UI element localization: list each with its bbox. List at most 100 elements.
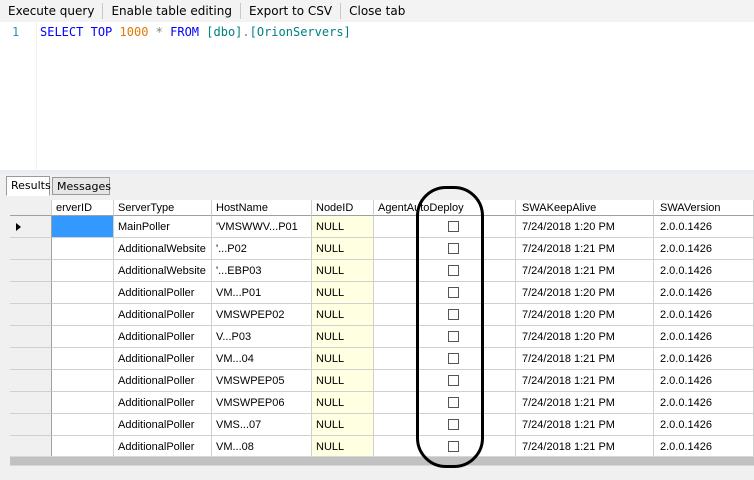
row-header[interactable] <box>10 414 52 436</box>
execute-query-button[interactable]: Execute query <box>0 2 102 20</box>
agentautodeploy-checkbox[interactable] <box>448 243 459 254</box>
serverid-cell[interactable] <box>52 436 114 456</box>
agentautodeploy-checkbox[interactable] <box>448 265 459 276</box>
serverid-cell[interactable] <box>52 414 114 436</box>
swakeepalive-cell[interactable]: 7/24/2018 1:21 PM <box>516 392 654 414</box>
row-header[interactable] <box>10 370 52 392</box>
row-header[interactable] <box>10 326 52 348</box>
row-header[interactable] <box>10 238 52 260</box>
row-header[interactable] <box>10 304 52 326</box>
serverid-cell[interactable] <box>52 326 114 348</box>
agentautodeploy-checkbox[interactable] <box>448 331 459 342</box>
enable-table-editing-button[interactable]: Enable table editing <box>103 2 240 20</box>
swaversion-cell[interactable]: 2.0.0.1426 <box>654 260 754 282</box>
agentautodeploy-cell[interactable] <box>374 260 516 282</box>
serverid-cell[interactable] <box>52 282 114 304</box>
nodeid-cell[interactable]: NULL <box>312 326 374 348</box>
agentautodeploy-cell[interactable] <box>374 282 516 304</box>
hostname-cell[interactable]: VMS...07 <box>212 414 312 436</box>
agentautodeploy-checkbox[interactable] <box>448 353 459 364</box>
hostname-cell[interactable]: '...P02 <box>212 238 312 260</box>
horizontal-scrollbar[interactable] <box>10 456 754 466</box>
swaversion-cell[interactable]: 2.0.0.1426 <box>654 414 754 436</box>
column-header-agentautodeploy[interactable]: AgentAutoDeploy <box>374 200 516 216</box>
swakeepalive-cell[interactable]: 7/24/2018 1:21 PM <box>516 414 654 436</box>
nodeid-cell[interactable]: NULL <box>312 238 374 260</box>
hostname-cell[interactable]: '...EBP03 <box>212 260 312 282</box>
row-header[interactable] <box>10 282 52 304</box>
tab-messages[interactable]: Messages <box>52 177 111 195</box>
hostname-cell[interactable]: VMSWPEP02 <box>212 304 312 326</box>
nodeid-cell[interactable]: NULL <box>312 216 374 238</box>
serverid-cell[interactable] <box>52 216 114 238</box>
swaversion-cell[interactable]: 2.0.0.1426 <box>654 216 754 238</box>
servertype-cell[interactable]: AdditionalPoller <box>114 370 212 392</box>
row-header[interactable] <box>10 436 52 456</box>
swaversion-cell[interactable]: 2.0.0.1426 <box>654 282 754 304</box>
swaversion-cell[interactable]: 2.0.0.1426 <box>654 392 754 414</box>
servertype-cell[interactable]: AdditionalPoller <box>114 414 212 436</box>
agentautodeploy-cell[interactable] <box>374 326 516 348</box>
scrollbar-thumb[interactable] <box>10 457 754 465</box>
column-header-swaversion[interactable]: SWAVersion <box>654 200 754 216</box>
swakeepalive-cell[interactable]: 7/24/2018 1:21 PM <box>516 436 654 456</box>
serverid-cell[interactable] <box>52 238 114 260</box>
nodeid-cell[interactable]: NULL <box>312 282 374 304</box>
query-editor[interactable]: 1 SELECT TOP 1000 * FROM [dbo].[OrionSer… <box>0 22 754 172</box>
column-header-swakeepalive[interactable]: SWAKeepAlive <box>516 200 654 216</box>
hostname-cell[interactable]: VM...08 <box>212 436 312 456</box>
column-header-nodeid[interactable]: NodeID <box>312 200 374 216</box>
close-tab-button[interactable]: Close tab <box>341 2 413 20</box>
agentautodeploy-checkbox[interactable] <box>448 221 459 232</box>
agentautodeploy-cell[interactable] <box>374 392 516 414</box>
hostname-cell[interactable]: VMSWPEP05 <box>212 370 312 392</box>
query-text[interactable]: SELECT TOP 1000 * FROM [dbo].[OrionServe… <box>40 25 351 39</box>
serverid-cell[interactable] <box>52 260 114 282</box>
agentautodeploy-cell[interactable] <box>374 436 516 456</box>
hostname-cell[interactable]: V...P03 <box>212 326 312 348</box>
hostname-cell[interactable]: VM...P01 <box>212 282 312 304</box>
swaversion-cell[interactable]: 2.0.0.1426 <box>654 370 754 392</box>
nodeid-cell[interactable]: NULL <box>312 260 374 282</box>
swaversion-cell[interactable]: 2.0.0.1426 <box>654 304 754 326</box>
agentautodeploy-cell[interactable] <box>374 304 516 326</box>
swakeepalive-cell[interactable]: 7/24/2018 1:21 PM <box>516 260 654 282</box>
row-header[interactable] <box>10 392 52 414</box>
nodeid-cell[interactable]: NULL <box>312 392 374 414</box>
column-header-servertype[interactable]: ServerType <box>114 200 212 216</box>
agentautodeploy-cell[interactable] <box>374 238 516 260</box>
swakeepalive-cell[interactable]: 7/24/2018 1:21 PM <box>516 238 654 260</box>
export-to-csv-button[interactable]: Export to CSV <box>241 2 340 20</box>
servertype-cell[interactable]: AdditionalWebsite <box>114 238 212 260</box>
agentautodeploy-cell[interactable] <box>374 370 516 392</box>
swakeepalive-cell[interactable]: 7/24/2018 1:21 PM <box>516 370 654 392</box>
swaversion-cell[interactable]: 2.0.0.1426 <box>654 436 754 456</box>
nodeid-cell[interactable]: NULL <box>312 370 374 392</box>
swaversion-cell[interactable]: 2.0.0.1426 <box>654 348 754 370</box>
hostname-cell[interactable]: VM...04 <box>212 348 312 370</box>
nodeid-cell[interactable]: NULL <box>312 436 374 456</box>
agentautodeploy-checkbox[interactable] <box>448 375 459 386</box>
hostname-cell[interactable]: VMSWPEP06 <box>212 392 312 414</box>
nodeid-cell[interactable]: NULL <box>312 348 374 370</box>
agentautodeploy-cell[interactable] <box>374 216 516 238</box>
agentautodeploy-checkbox[interactable] <box>448 397 459 408</box>
swakeepalive-cell[interactable]: 7/24/2018 1:21 PM <box>516 348 654 370</box>
nodeid-cell[interactable]: NULL <box>312 304 374 326</box>
swakeepalive-cell[interactable]: 7/24/2018 1:20 PM <box>516 282 654 304</box>
swakeepalive-cell[interactable]: 7/24/2018 1:20 PM <box>516 304 654 326</box>
row-header[interactable] <box>10 216 52 238</box>
agentautodeploy-checkbox[interactable] <box>448 419 459 430</box>
servertype-cell[interactable]: MainPoller <box>114 216 212 238</box>
agentautodeploy-checkbox[interactable] <box>448 441 459 452</box>
grid-corner[interactable] <box>10 200 52 216</box>
agentautodeploy-cell[interactable] <box>374 414 516 436</box>
serverid-cell[interactable] <box>52 370 114 392</box>
servertype-cell[interactable]: AdditionalWebsite <box>114 260 212 282</box>
hostname-cell[interactable]: 'VMSWWV...P01 <box>212 216 312 238</box>
column-header-hostname[interactable]: HostName <box>212 200 312 216</box>
tab-results[interactable]: Results <box>6 176 51 196</box>
agentautodeploy-checkbox[interactable] <box>448 309 459 320</box>
swaversion-cell[interactable]: 2.0.0.1426 <box>654 238 754 260</box>
servertype-cell[interactable]: AdditionalPoller <box>114 282 212 304</box>
